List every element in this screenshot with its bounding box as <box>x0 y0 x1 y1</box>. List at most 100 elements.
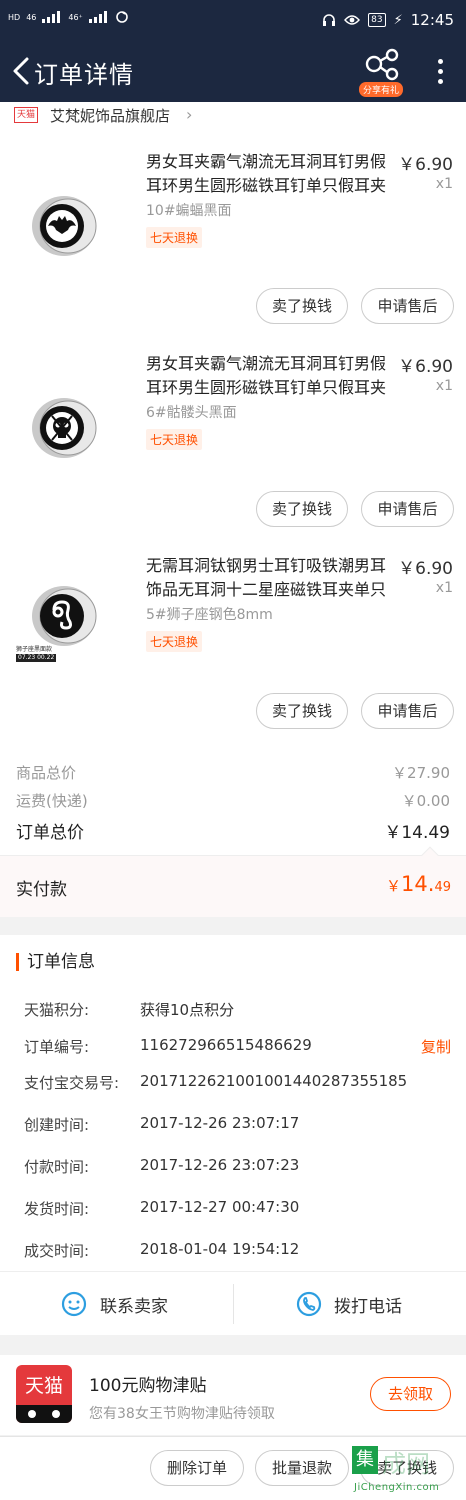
item-quantity: x1 <box>435 378 453 394</box>
info-key: 创建时间: <box>24 1116 90 1134</box>
item-title[interactable]: 无需耳洞钛钢男士耳钉吸铁潮男耳饰品无耳洞十二星座磁铁耳夹单只 <box>146 554 396 602</box>
bat-icon <box>32 196 97 256</box>
back-arrow-icon[interactable] <box>10 56 34 86</box>
info-key: 天猫积分: <box>24 1001 90 1019</box>
network-tag-2: 46⁺ <box>68 12 83 22</box>
share-button[interactable]: 分享有礼 <box>357 46 407 98</box>
call-phone-label: 拨打电话 <box>334 1297 402 1317</box>
sell-for-cash-button[interactable]: 卖了换钱 <box>256 288 348 324</box>
info-key: 成交时间: <box>24 1242 90 1260</box>
sell-for-cash-button[interactable]: 卖了换钱 <box>256 491 348 527</box>
info-value: 2017-12-26 23:07:23 <box>140 1156 300 1174</box>
chevron-right-icon: › <box>186 105 193 124</box>
battery-indicator: 83 <box>368 13 386 27</box>
tmall-badge: 天猫 <box>14 107 38 123</box>
info-key: 订单编号: <box>24 1038 90 1056</box>
info-value: 2017-12-27 00:47:30 <box>140 1198 300 1216</box>
charging-icon: ⚡ <box>393 12 403 28</box>
shop-name[interactable]: 艾梵妮饰品旗舰店 <box>50 105 170 126</box>
status-right: 83 ⚡ 12:45 <box>322 11 454 29</box>
status-bar: HD 46 46⁺ 83 ⚡ 12:45 <box>0 0 466 40</box>
phone-icon <box>296 1291 322 1317</box>
order-number: 116272966515486629 <box>140 1036 312 1054</box>
paid-currency: ￥ <box>386 877 402 895</box>
order-total-label: 订单总价 <box>16 823 84 843</box>
order-item[interactable]: 男女耳夹霸气潮流无耳洞耳钉男假耳环男生圆形磁铁耳钉单只假耳夹 ￥6.90 x1 … <box>0 352 466 552</box>
return-policy-tag: 七天退换 <box>146 631 203 652</box>
contact-seller-button[interactable]: 联系卖家 <box>0 1272 233 1336</box>
item-sku: 10#蝙蝠黑面 <box>146 203 232 219</box>
order-item[interactable]: 无需耳洞钛钢男士耳钉吸铁潮男耳饰品无耳洞十二星座磁铁耳夹单只 ￥6.90 x1 … <box>0 554 466 754</box>
info-key: 发货时间: <box>24 1200 90 1218</box>
tmall-logo: 天猫 <box>16 1365 72 1423</box>
thumb-caption-date: 07.23 00.22 <box>16 654 57 662</box>
info-key: 支付宝交易号: <box>24 1074 120 1092</box>
network-indicators: HD 46 46⁺ <box>8 10 129 24</box>
shop-header[interactable]: 天猫 艾梵妮饰品旗舰店 › <box>0 102 466 130</box>
item-title[interactable]: 男女耳夹霸气潮流无耳洞耳钉男假耳环男生圆形磁铁耳钉单只假耳夹 <box>146 150 396 198</box>
share-icon <box>365 48 399 81</box>
amount-paid-label: 实付款 <box>16 880 67 900</box>
headset-icon <box>323 14 336 26</box>
order-item[interactable]: 男女耳夹霸气潮流无耳洞耳钉男假耳环男生圆形磁铁耳钉单只假耳夹 ￥6.90 x1 … <box>0 150 466 350</box>
promo-subtitle: 您有38女王节购物津贴待领取 <box>89 1406 275 1422</box>
tmall-logo-text: 天猫 <box>24 1375 63 1397</box>
after-sale-button[interactable]: 申请售后 <box>361 288 454 324</box>
sync-icon <box>115 11 128 23</box>
claim-button[interactable]: 去领取 <box>370 1377 451 1411</box>
batch-refund-button[interactable]: 批量退款 <box>255 1450 349 1486</box>
item-quantity: x1 <box>435 176 453 192</box>
after-sale-button[interactable]: 申请售后 <box>361 491 454 527</box>
watermark-url: JiChengXin.com <box>354 1482 440 1493</box>
thumb-caption: 狮子座黑面款 07.23 00.22 <box>16 646 66 662</box>
nav-bar: 订单详情 分享有礼 <box>0 40 466 102</box>
contact-seller-label: 联系卖家 <box>100 1297 168 1317</box>
item-title[interactable]: 男女耳夹霸气潮流无耳洞耳钉男假耳环男生圆形磁铁耳钉单只假耳夹 <box>146 352 396 400</box>
goods-total-label: 商品总价 <box>16 764 77 782</box>
tmall-cat-face <box>16 1405 72 1423</box>
call-phone-button[interactable]: 拨打电话 <box>234 1272 466 1336</box>
signal-icon-2 <box>88 11 109 23</box>
info-value: 获得10点积分 <box>140 1001 235 1019</box>
hd-tag: HD <box>8 12 21 22</box>
return-policy-tag: 七天退换 <box>146 227 203 248</box>
item-price: ￥6.90 <box>398 559 453 579</box>
promo-title: 100元购物津贴 <box>89 1376 207 1396</box>
info-value: 2017-12-26 23:07:17 <box>140 1114 300 1132</box>
signal-icon <box>42 11 62 23</box>
order-info-section: 订单信息 天猫积分: 获得10点积分 订单编号: 116272966515486… <box>0 935 466 1271</box>
shipping-value: ￥0.00 <box>401 792 450 810</box>
clock: 12:45 <box>410 11 454 29</box>
more-menu-icon[interactable] <box>436 56 444 86</box>
price-summary: 商品总价 ￥27.90 运费(快递) ￥0.00 订单总价 ￥14.49 <box>0 755 466 855</box>
paid-dec: 49 <box>434 880 451 895</box>
info-value: 2017122621001001440287355185 <box>140 1072 408 1090</box>
shopping-allowance-promo[interactable]: 天猫 100元购物津贴 您有38女王节购物津贴待领取 去领取 <box>0 1355 466 1435</box>
goods-total-value: ￥27.90 <box>392 764 450 782</box>
delete-order-button[interactable]: 删除订单 <box>150 1450 244 1486</box>
item-quantity: x1 <box>435 580 453 596</box>
amount-paid-row: 实付款 ￥14.49 <box>0 846 466 917</box>
watermark-logo: 集 <box>352 1446 378 1474</box>
sell-for-cash-button[interactable]: 卖了换钱 <box>256 693 348 729</box>
item-sku: 6#骷髅头黑面 <box>146 405 237 421</box>
order-detail-screen: HD 46 46⁺ 83 ⚡ 12:45 订单详情 分享有礼 天猫 艾梵妮饰品旗… <box>0 0 466 1500</box>
leo-icon <box>32 586 97 646</box>
info-value: 2018-01-04 19:54:12 <box>140 1240 300 1258</box>
network-tag-1: 46 <box>26 12 37 22</box>
thumb-caption-text: 狮子座黑面款 <box>16 646 53 653</box>
skull-icon <box>32 398 97 458</box>
watermark-text: 成网 <box>382 1450 430 1478</box>
share-badge: 分享有礼 <box>359 82 404 97</box>
paid-int: 14. <box>401 872 435 896</box>
after-sale-button[interactable]: 申请售后 <box>361 693 454 729</box>
order-total-value: ￥14.49 <box>384 823 450 843</box>
site-watermark: 集 成网 JiChengXin.com <box>348 1438 466 1500</box>
item-price: ￥6.90 <box>398 357 453 377</box>
copy-button[interactable]: 复制 <box>421 1036 451 1057</box>
return-policy-tag: 七天退换 <box>146 429 203 450</box>
item-sku: 5#狮子座钢色8mm <box>146 607 273 623</box>
item-price: ￥6.90 <box>398 155 453 175</box>
eye-icon <box>344 15 361 25</box>
page-title: 订单详情 <box>34 61 134 89</box>
